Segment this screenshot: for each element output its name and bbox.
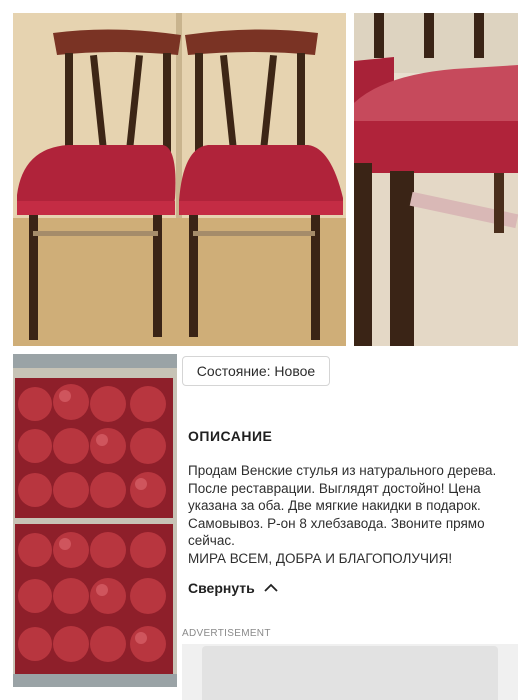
description-section: ОПИСАНИЕ Продам Венские стулья из натура… (188, 428, 523, 567)
collapse-button[interactable]: Свернуть (188, 580, 279, 596)
photo-chairs[interactable] (13, 13, 346, 346)
chevron-up-icon (263, 583, 279, 593)
condition-label: Состояние: Новое (196, 363, 316, 379)
description-text: Продам Венские стулья из натурального де… (188, 463, 497, 566)
description-heading: ОПИСАНИЕ (188, 428, 273, 444)
photo-seat-closeup[interactable] (354, 13, 518, 346)
condition-chip: Состояние: Новое (182, 356, 330, 386)
ad-placeholder[interactable] (202, 646, 498, 700)
photo-cushions[interactable] (13, 354, 177, 687)
ad-label: ADVERTISEMENT (182, 628, 271, 639)
collapse-label: Свернуть (188, 580, 255, 596)
ad-container[interactable] (182, 644, 518, 700)
